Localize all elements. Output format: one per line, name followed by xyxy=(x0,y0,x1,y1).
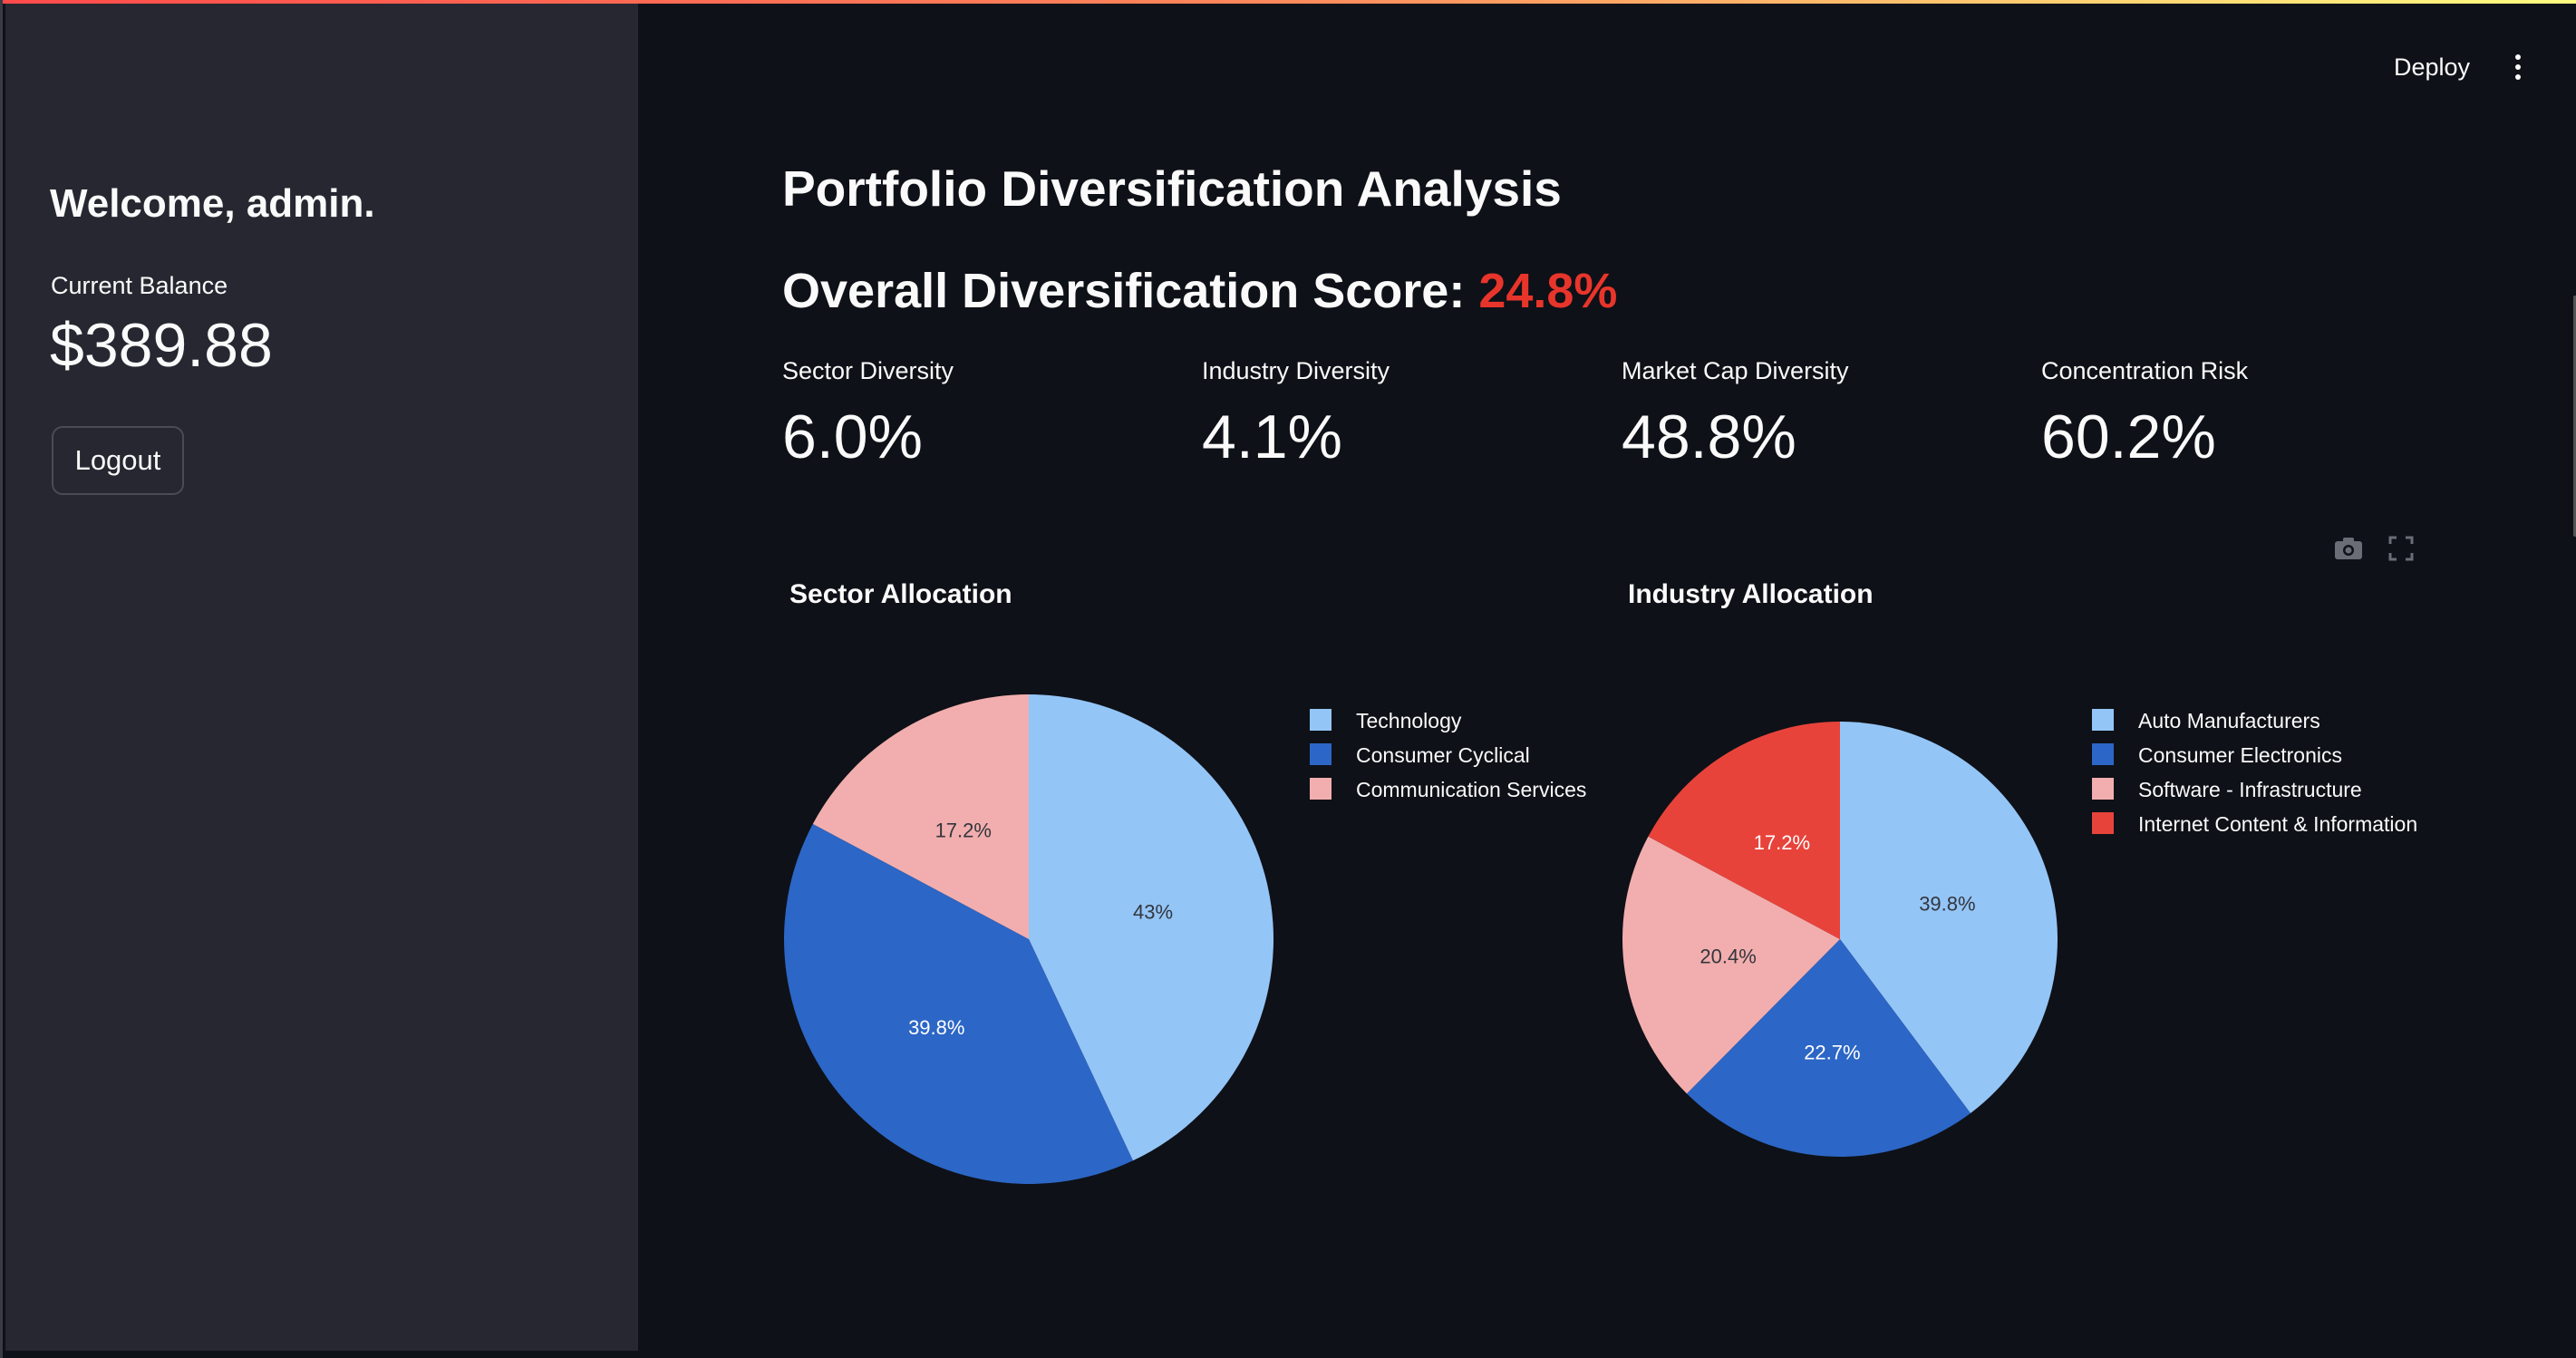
legend-item[interactable]: Consumer Electronics xyxy=(2138,743,2342,767)
app-window: Welcome, admin. Current Balance $389.88 … xyxy=(0,0,2576,1358)
slice-label: 17.2% xyxy=(1754,831,1810,854)
legend-item[interactable]: Software - Infrastructure xyxy=(2138,778,2362,801)
slice-label: 39.8% xyxy=(1919,893,1975,916)
chart-title: Sector Allocation xyxy=(789,579,1012,609)
legend-swatch[interactable] xyxy=(2092,778,2114,800)
slice-label: 39.8% xyxy=(908,1016,964,1039)
charts-canvas: Sector Allocation Industry Allocation 43… xyxy=(783,579,2417,1184)
chart-title: Industry Allocation xyxy=(1628,579,1874,609)
legend-item[interactable]: Technology xyxy=(1356,709,1462,732)
industry-legend: Auto Manufacturers Consumer Electronics So… xyxy=(2092,709,2417,836)
slice-label: 20.4% xyxy=(1700,946,1756,968)
legend-swatch[interactable] xyxy=(1310,743,1332,765)
legend-item[interactable]: Internet Content & Information xyxy=(2138,812,2417,836)
legend-swatch[interactable] xyxy=(1310,709,1332,731)
legend-swatch[interactable] xyxy=(1310,778,1332,800)
legend-swatch[interactable] xyxy=(2092,743,2114,765)
industry-pie-chart: 39.8% 22.7% 20.4% 17.2% xyxy=(1622,722,2058,1157)
slice-label: 43% xyxy=(1133,900,1173,923)
slice-label: 22.7% xyxy=(1804,1042,1860,1064)
slice-label: 17.2% xyxy=(935,820,992,842)
legend-item[interactable]: Consumer Cyclical xyxy=(1356,743,1530,767)
sector-pie-chart: 43% 39.8% 17.2% xyxy=(783,694,1273,1184)
legend-item[interactable]: Auto Manufacturers xyxy=(2138,709,2320,732)
sector-legend: Technology Consumer Cyclical Communication… xyxy=(1310,709,1586,801)
legend-swatch[interactable] xyxy=(2092,709,2114,731)
legend-item[interactable]: Communication Services xyxy=(1356,778,1586,801)
legend-swatch[interactable] xyxy=(2092,812,2114,834)
